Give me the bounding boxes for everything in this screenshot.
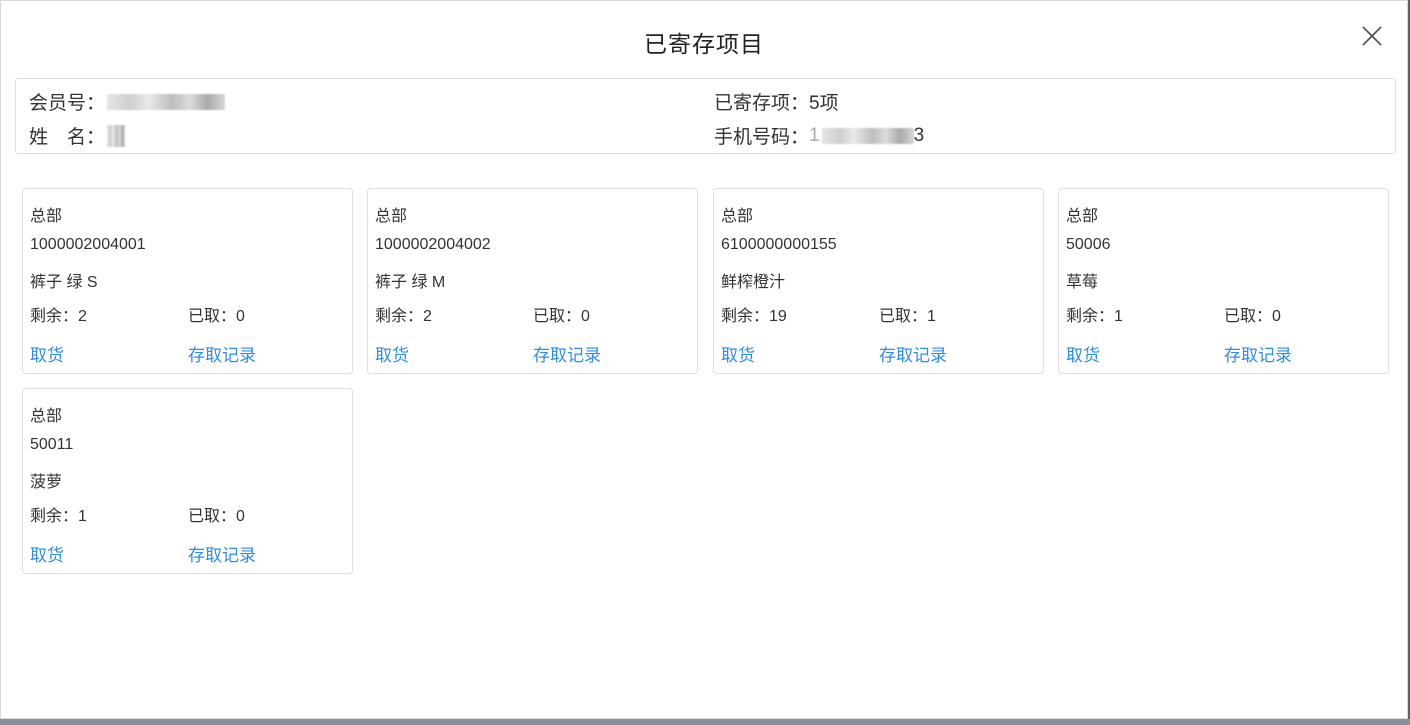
item-taken: 已取：0	[533, 302, 590, 326]
phone-prefix: 1	[809, 124, 820, 146]
remaining-label: 剩余：	[30, 308, 79, 325]
item-store: 总部	[1066, 208, 1099, 225]
item-code: 50011	[30, 436, 74, 453]
taken-label: 已取：	[188, 508, 237, 525]
history-link[interactable]: 存取记录	[1224, 341, 1292, 366]
deposit-item-card: 总部 50006 草莓 剩余：1 已取：0 取货 存取记录	[1058, 188, 1389, 374]
item-code: 6100000000155	[721, 236, 837, 253]
member-no-row: 会员号：	[29, 88, 226, 115]
taken-label: 已取：	[879, 308, 928, 325]
phone-label: 手机号码：	[714, 127, 810, 148]
deposit-item-card: 总部 6100000000155 鲜榨橙汁 剩余：19 已取：1 取货 存取记录	[713, 188, 1044, 374]
item-name: 草莓	[1066, 274, 1099, 291]
item-name: 裤子 绿 M	[375, 274, 446, 291]
remaining-label: 剩余：	[1066, 308, 1115, 325]
deposit-count-row: 已寄存项： 5项	[714, 88, 839, 115]
item-store: 总部	[375, 208, 408, 225]
name-redacted	[107, 124, 126, 147]
phone-redacted	[821, 127, 914, 144]
dialog-title: 已寄存项目	[644, 31, 764, 57]
taken-label: 已取：	[188, 308, 237, 325]
pickup-link[interactable]: 取货	[375, 341, 409, 366]
item-remaining: 剩余：1	[1066, 302, 1123, 326]
item-store: 总部	[30, 208, 63, 225]
member-info-panel: 会员号： 姓 名： 已寄存项： 5项 手机号码： 1 3	[15, 78, 1396, 154]
item-taken: 已取：0	[188, 302, 245, 326]
phone-row: 手机号码： 1 3	[714, 122, 924, 149]
remaining-value: 2	[78, 308, 87, 325]
item-code: 1000002004001	[30, 236, 146, 253]
item-store: 总部	[721, 208, 754, 225]
deposit-count-value: 5项	[809, 93, 839, 114]
remaining-label: 剩余：	[30, 508, 79, 525]
taken-value: 0	[236, 308, 245, 325]
history-link[interactable]: 存取记录	[533, 341, 601, 366]
item-name: 鲜榨橙汁	[721, 274, 786, 291]
backdrop-strip	[0, 719, 1410, 725]
remaining-value: 2	[423, 308, 432, 325]
member-no-label: 会员号：	[29, 93, 106, 114]
remaining-value: 1	[78, 508, 87, 525]
item-taken: 已取：0	[188, 502, 245, 526]
taken-value: 0	[1272, 308, 1281, 325]
item-store: 总部	[30, 408, 63, 425]
item-taken: 已取：1	[879, 302, 936, 326]
history-link[interactable]: 存取记录	[879, 341, 947, 366]
deposit-item-card: 总部 1000002004002 裤子 绿 M 剩余：2 已取：0 取货 存取记…	[367, 188, 698, 374]
item-name: 菠萝	[30, 474, 63, 491]
taken-value: 1	[927, 308, 936, 325]
item-code: 50006	[1066, 236, 1111, 253]
pickup-link[interactable]: 取货	[30, 541, 64, 566]
taken-value: 0	[581, 308, 590, 325]
name-label: 姓 名：	[29, 127, 106, 148]
close-icon	[1362, 26, 1382, 46]
item-code: 1000002004002	[375, 236, 491, 253]
deposit-items-dialog: 已寄存项目 会员号： 姓 名： 已寄存项： 5项 手机号码： 1 3 总部 10…	[0, 0, 1408, 719]
remaining-value: 19	[769, 308, 787, 325]
name-row: 姓 名：	[29, 122, 126, 149]
taken-value: 0	[236, 508, 245, 525]
phone-suffix: 3	[913, 124, 925, 146]
deposit-item-card: 总部 50011 菠萝 剩余：1 已取：0 取货 存取记录	[22, 388, 353, 574]
member-no-redacted	[107, 93, 226, 110]
deposit-count-label: 已寄存项：	[714, 93, 810, 114]
remaining-label: 剩余：	[721, 308, 770, 325]
pickup-link[interactable]: 取货	[30, 341, 64, 366]
history-link[interactable]: 存取记录	[188, 541, 256, 566]
remaining-label: 剩余：	[375, 308, 424, 325]
deposit-item-card: 总部 1000002004001 裤子 绿 S 剩余：2 已取：0 取货 存取记…	[22, 188, 353, 374]
pickup-link[interactable]: 取货	[1066, 341, 1100, 366]
remaining-value: 1	[1114, 308, 1123, 325]
taken-label: 已取：	[1224, 308, 1273, 325]
item-remaining: 剩余：19	[721, 302, 787, 326]
item-name: 裤子 绿 S	[30, 274, 98, 291]
close-button[interactable]	[1359, 23, 1385, 49]
item-taken: 已取：0	[1224, 302, 1281, 326]
item-remaining: 剩余：2	[30, 302, 87, 326]
item-remaining: 剩余：1	[30, 502, 87, 526]
pickup-link[interactable]: 取货	[721, 341, 755, 366]
item-remaining: 剩余：2	[375, 302, 432, 326]
history-link[interactable]: 存取记录	[188, 341, 256, 366]
taken-label: 已取：	[533, 308, 582, 325]
